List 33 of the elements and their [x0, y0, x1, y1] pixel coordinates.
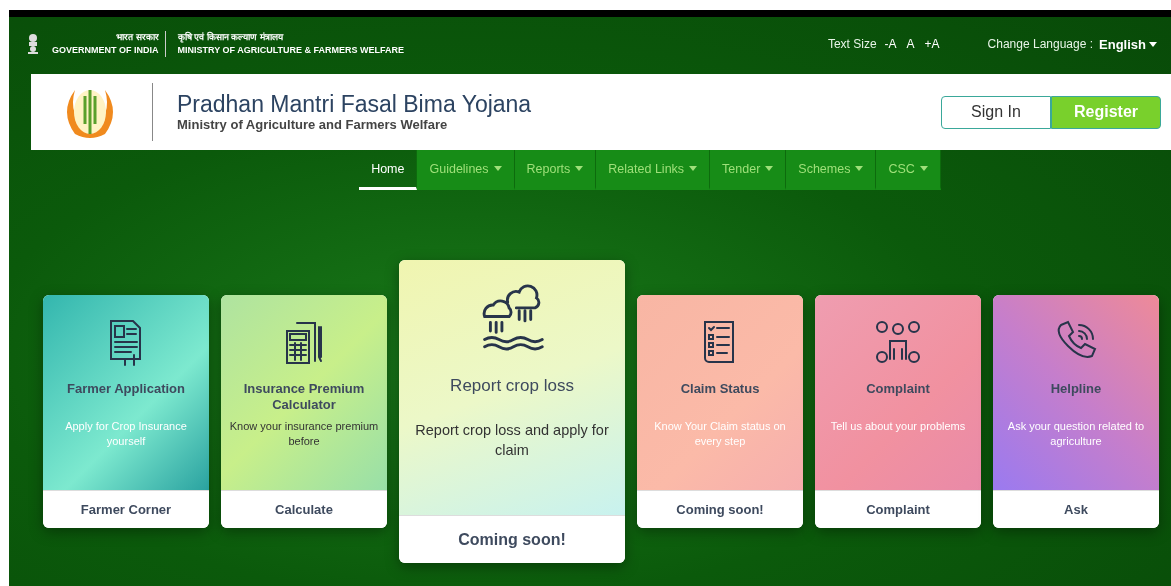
site-subtitle: Ministry of Agriculture and Farmers Welfare [177, 117, 449, 132]
ministry-label: MINISTRY OF AGRICULTURE & FARMERS WELFARE [177, 44, 404, 57]
emblem-icon [26, 33, 40, 55]
card-description: Report crop loss and apply for claim [414, 421, 610, 460]
text-size-button[interactable]: +A [922, 37, 942, 51]
sign-in-button[interactable]: Sign In [941, 95, 1051, 129]
government-label: GOVERNMENT OF INDIA [52, 44, 159, 57]
card-title: Complaint [866, 381, 930, 398]
card-title: Helpline [1050, 381, 1102, 398]
card-description: Know your insurance premium before [228, 419, 380, 449]
hindi-label: कृषि एवं किसान कल्याण मंत्रालय [177, 31, 283, 44]
card-action-button[interactable]: Complaint [815, 490, 981, 528]
card-action-button[interactable]: Coming soon! [637, 490, 803, 528]
card-description: Tell us about your problems [830, 419, 966, 434]
card-title: Claim Status [680, 381, 760, 398]
language-label: Change Language : [987, 37, 1094, 51]
hindi-label: भारत सरकार [116, 31, 159, 44]
card-description: Ask your question related to agriculture [1006, 419, 1146, 449]
card-action-button[interactable]: Ask [993, 490, 1159, 528]
card-action-button[interactable]: Farmer Corner [43, 490, 209, 528]
card-action-button[interactable]: Coming soon! [399, 515, 625, 563]
card-title: Report crop loss [450, 376, 574, 397]
text-size-button[interactable]: A [904, 37, 917, 51]
language-dropdown[interactable]: English [1099, 36, 1157, 52]
card-title: Insurance Premium Calculator [242, 381, 366, 414]
text-size-button[interactable]: -A [882, 37, 899, 51]
site-title: Pradhan Mantri Fasal Bima Yojana [177, 92, 532, 117]
card-description: Apply for Crop Insurance yourself [64, 419, 188, 449]
card-title: Farmer Application [67, 381, 185, 398]
card-description: Know Your Claim status on every step [653, 419, 787, 449]
text-size-label: Text Size [827, 37, 877, 51]
caret-icon [1149, 41, 1157, 47]
card-action-button[interactable]: Calculate [221, 490, 387, 528]
